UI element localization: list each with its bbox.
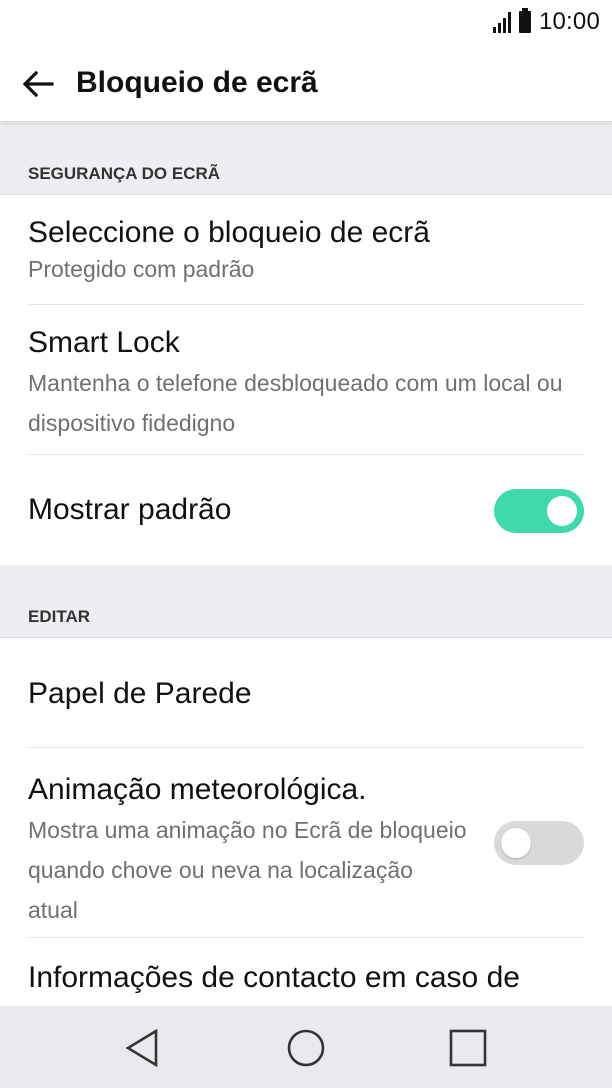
status-icons: 10:00 [492, 8, 600, 36]
show-pattern-toggle[interactable] [494, 489, 584, 533]
setting-select-lock[interactable]: Seleccione o bloqueio de ecrã Protegido … [0, 195, 612, 305]
setting-subtitle: Mostra uma animação no Ecrã de bloqueio … [28, 817, 467, 923]
nav-home-icon[interactable] [284, 1026, 328, 1070]
app-bar: Bloqueio de ecrã [0, 44, 612, 122]
section-header-security: SEGURANÇA DO ECRÃ [0, 123, 612, 195]
nav-recents-icon[interactable] [446, 1026, 490, 1070]
status-time: 10:00 [538, 8, 600, 35]
setting-title: Seleccione o bloqueio de ecrã [28, 216, 430, 249]
setting-title: Papel de Parede [28, 677, 252, 710]
battery-icon [518, 8, 531, 33]
setting-show-pattern[interactable]: Mostrar padrão [0, 455, 612, 565]
page-title: Bloqueio de ecrã [76, 66, 318, 99]
setting-weather-animation[interactable]: Animação meteorológica. Mostra uma anima… [0, 748, 612, 938]
setting-title: Smart Lock [28, 326, 180, 359]
setting-title: Informações de contacto em caso de [28, 961, 520, 994]
setting-subtitle: Mantenha o telefone desbloqueado com um … [28, 370, 563, 436]
weather-animation-toggle[interactable] [494, 821, 584, 865]
setting-contact-info[interactable]: Informações de contacto em caso de [0, 938, 612, 1006]
toggle-knob [547, 496, 577, 526]
setting-title: Animação meteorológica. [28, 773, 367, 806]
status-bar: 10:00 [0, 0, 612, 44]
navigation-bar [0, 1006, 612, 1088]
setting-subtitle: Protegido com padrão [28, 256, 255, 282]
settings-list[interactable]: SEGURANÇA DO ECRÃ Seleccione o bloqueio … [0, 123, 612, 1006]
section-header-edit: EDITAR [0, 565, 612, 638]
setting-title: Mostrar padrão [28, 493, 232, 526]
signal-icon [492, 11, 511, 33]
setting-smart-lock[interactable]: Smart Lock Mantenha o telefone desbloque… [0, 305, 612, 455]
nav-back-icon[interactable] [122, 1026, 166, 1070]
setting-wallpaper[interactable]: Papel de Parede [0, 638, 612, 748]
toggle-knob [501, 828, 531, 858]
arrow-left-icon[interactable] [18, 64, 58, 104]
